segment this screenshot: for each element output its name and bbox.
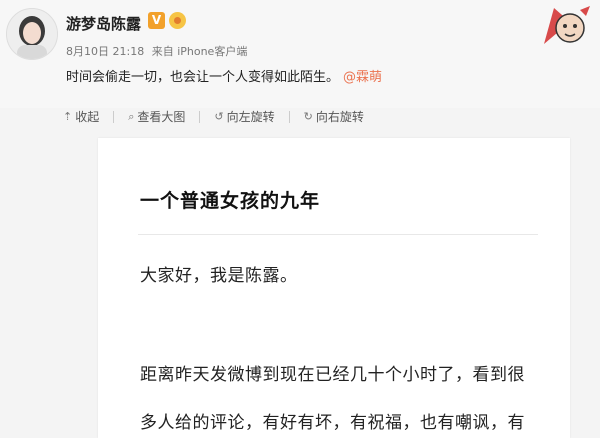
post-header: 游梦岛陈露 V 8月10日 21:18 来自 iPhone客户端 时间会偷走一切… [0, 0, 600, 108]
toolbar-divider [199, 110, 201, 123]
view-large-label: 查看大图 [137, 110, 186, 124]
article-image[interactable]: 一个普通女孩的九年 大家好，我是陈露。 距离昨天发微博到现在已经几十个小时了，看… [98, 138, 570, 438]
post-meta: 8月10日 21:18 来自 iPhone客户端 [66, 43, 251, 59]
rotate-left-label: 向左旋转 [226, 110, 275, 124]
post-body: 时间会偷走一切，也会让一个人变得如此陌生。 [66, 70, 340, 85]
avatar-image [7, 9, 57, 59]
username[interactable]: 游梦岛陈露 [66, 13, 141, 34]
avatar[interactable] [6, 8, 58, 60]
rotate-left-icon: ↺ [214, 110, 224, 123]
verified-badge-icon: V [148, 12, 165, 29]
decorative-sticker-icon [544, 6, 590, 44]
post-date[interactable]: 8月10日 21:18 [66, 45, 144, 58]
article-divider [138, 234, 538, 235]
rotate-right-label: 向右旋转 [315, 110, 364, 124]
toolbar-divider [288, 110, 290, 123]
image-toolbar: ⇡ 收起 ⌕ 查看大图 ↺ 向左旋转 ↻ 向右旋转 [63, 108, 364, 125]
medal-badge-icon [169, 12, 186, 29]
magnifier-icon: ⌕ [128, 109, 135, 123]
mention-link[interactable]: @霖萌 [343, 70, 382, 85]
toolbar-divider [113, 110, 115, 123]
rotate-left-button[interactable]: ↺ 向左旋转 [214, 108, 274, 125]
badges: V [148, 12, 186, 29]
collapse-label: 收起 [75, 110, 100, 124]
post-text: 时间会偷走一切，也会让一个人变得如此陌生。 @霖萌 [66, 66, 382, 85]
article-paragraph-1: 大家好，我是陈露。 [140, 266, 298, 286]
article-paragraph-3: 多人给的评论，有好有坏，有祝福，也有嘲讽，有 [140, 413, 525, 433]
article-paragraph-2: 距离昨天发微博到现在已经几十个小时了，看到很 [140, 365, 525, 385]
rotate-right-icon: ↻ [303, 110, 313, 123]
collapse-arrow-icon: ⇡ [63, 110, 73, 123]
view-large-button[interactable]: ⌕ 查看大图 [128, 108, 185, 125]
post-source: 来自 iPhone客户端 [151, 45, 248, 58]
rotate-right-button[interactable]: ↻ 向右旋转 [304, 108, 364, 125]
collapse-button[interactable]: ⇡ 收起 [63, 108, 99, 125]
article-title: 一个普通女孩的九年 [140, 190, 321, 212]
